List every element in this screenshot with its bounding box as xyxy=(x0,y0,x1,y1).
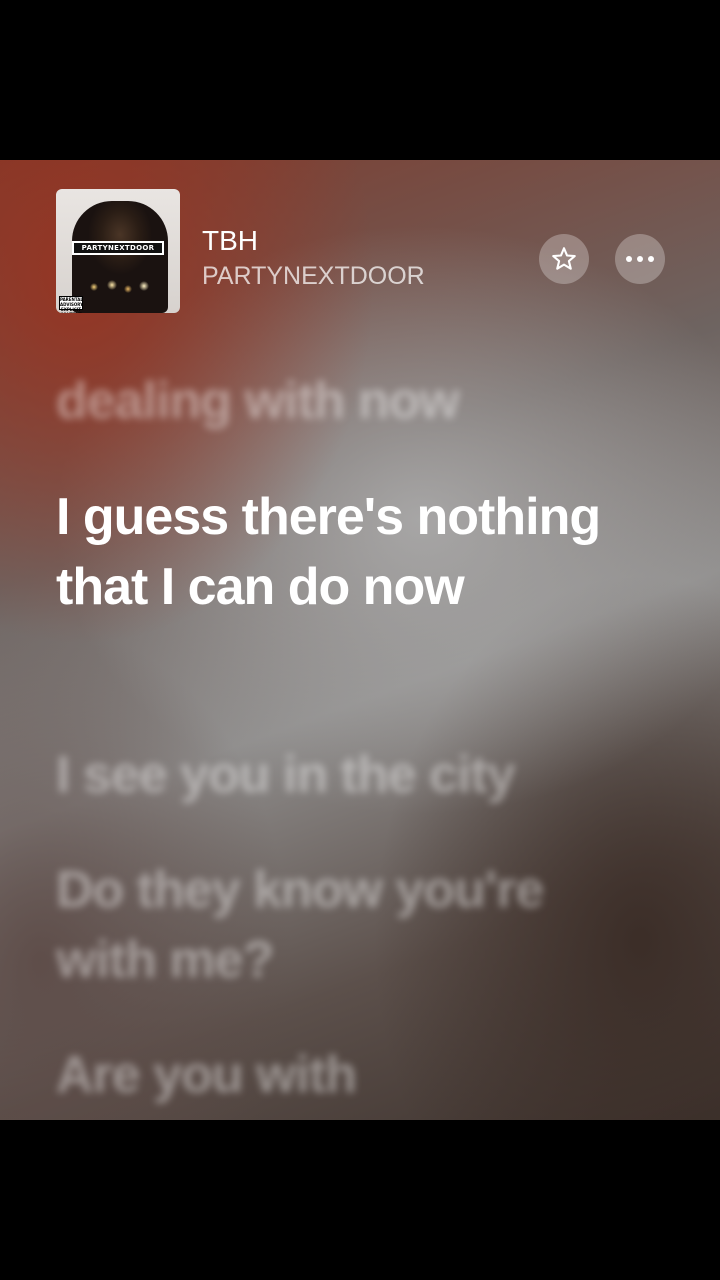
favorite-button[interactable] xyxy=(539,234,589,284)
star-outline-icon xyxy=(552,247,576,270)
lyric-line-current[interactable]: I guess there's nothing that I can do no… xyxy=(56,482,656,622)
lyrics-view[interactable]: PARTYNEXTDOOR PARENTAL ADVISORY EXPLICIT… xyxy=(0,160,720,1120)
more-button[interactable] xyxy=(615,234,665,284)
letterbox-bottom xyxy=(0,1120,720,1280)
lyric-line-next[interactable]: Are you with xyxy=(56,1040,656,1110)
lyric-line-previous[interactable]: dealing with now xyxy=(56,366,656,436)
lyric-line-next[interactable]: I see you in the city xyxy=(56,740,656,810)
parental-advisory-label: PARENTAL ADVISORY EXPLICIT CONTENT xyxy=(59,296,84,313)
album-art-banner: PARTYNEXTDOOR xyxy=(72,241,164,255)
album-art[interactable]: PARTYNEXTDOOR PARENTAL ADVISORY EXPLICIT… xyxy=(56,189,180,313)
lyric-line-next[interactable]: Do they know you're with me? xyxy=(56,855,656,995)
track-title: TBH xyxy=(202,225,258,256)
letterbox-top xyxy=(0,0,720,160)
ellipsis-icon xyxy=(626,256,654,262)
album-art-lights xyxy=(84,277,154,297)
track-artist[interactable]: PARTYNEXTDOOR xyxy=(202,260,425,292)
lyrics-screen: PARTYNEXTDOOR PARENTAL ADVISORY EXPLICIT… xyxy=(0,0,720,1280)
